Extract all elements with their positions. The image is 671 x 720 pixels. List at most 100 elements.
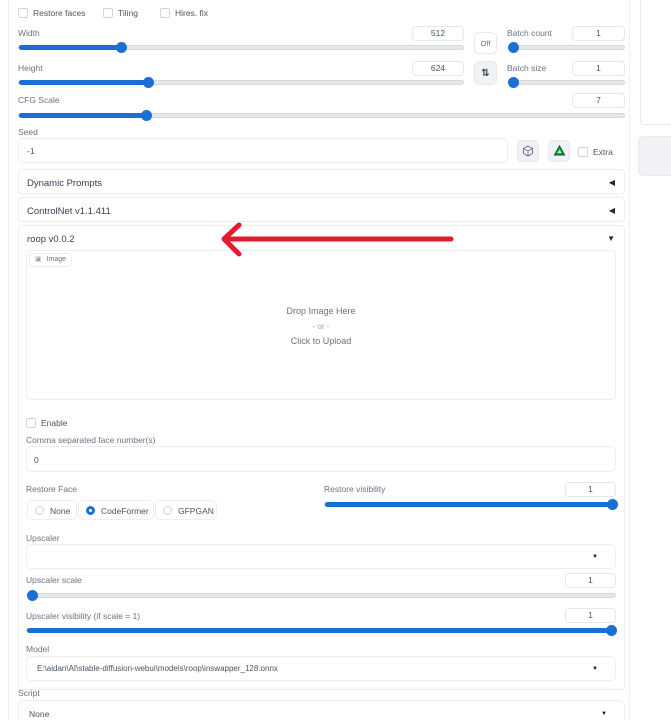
dropzone-line-1: Drop Image Here	[286, 306, 356, 316]
dropzone-line-3: Click to Upload	[290, 336, 352, 346]
upscaler-visibility-slider-fill	[27, 628, 611, 633]
radio-circle	[163, 506, 172, 515]
script-label: Script	[18, 688, 40, 698]
radio-label: CodeFormer	[101, 506, 149, 516]
tiling-checkbox[interactable]	[103, 8, 113, 18]
hires-off-button[interactable]: Off	[474, 32, 497, 54]
red-arrow-icon	[221, 222, 454, 257]
batch-size-input[interactable]: 1	[572, 61, 625, 76]
restore-face-option-none[interactable]: None	[27, 500, 77, 520]
expand-triangle-icon: ▼	[607, 234, 615, 243]
accordion-title: roop v0.0.2	[27, 234, 75, 245]
width-slider[interactable]	[18, 42, 464, 53]
upscaler-dropdown[interactable]: ▼	[26, 544, 616, 569]
cfg-scale-slider[interactable]	[18, 110, 625, 121]
model-label: Model	[26, 644, 50, 654]
restore-visibility-slider-fill	[325, 502, 612, 507]
dropdown-arrow-icon: ▼	[592, 666, 598, 672]
hires-fix-label: Hires. fix	[175, 8, 209, 18]
main-panel-right-border	[629, 0, 630, 720]
upscaler-scale-slider-thumb[interactable]	[27, 590, 38, 601]
radio-label: None	[50, 506, 71, 516]
radio-circle	[35, 506, 44, 515]
reuse-seed-button[interactable]	[548, 140, 570, 162]
dropzone-text: Drop Image Here - or - Click to Upload	[27, 304, 615, 349]
swap-vertical-arrows-icon: ⇅	[481, 67, 490, 79]
restore-face-option-gfpgan[interactable]: GFPGAN	[155, 500, 217, 520]
dropdown-arrow-icon: ▼	[592, 554, 598, 560]
height-slider-fill	[19, 80, 148, 85]
extra-seed-checkbox[interactable]	[578, 147, 588, 157]
image-tab-text: Image	[46, 256, 67, 263]
output-gallery-panel	[640, 0, 671, 125]
output-action-button[interactable]	[638, 136, 671, 176]
batch-size-label: Batch size	[507, 63, 547, 73]
dropdown-arrow-icon: ▼	[601, 711, 607, 717]
left-panel-border	[8, 0, 9, 720]
script-value: None	[29, 709, 50, 719]
seed-label: Seed	[18, 127, 38, 137]
roop-enable-checkbox[interactable]	[26, 418, 36, 428]
script-dropdown[interactable]: None ▼	[18, 700, 625, 720]
width-slider-fill	[19, 45, 121, 50]
collapse-triangle-icon: ◀	[608, 178, 615, 187]
batch-count-label: Batch count	[507, 28, 552, 38]
restore-faces-checkbox[interactable]	[18, 8, 28, 18]
random-seed-button[interactable]	[517, 140, 539, 162]
upscaler-visibility-input[interactable]: 1	[565, 608, 616, 623]
cfg-scale-slider-fill	[19, 113, 146, 118]
off-button-label: Off	[480, 38, 491, 48]
height-slider[interactable]	[18, 77, 464, 88]
restore-visibility-slider[interactable]	[324, 499, 618, 510]
dice-icon	[523, 145, 533, 157]
height-value-input[interactable]: 624	[412, 61, 464, 76]
dropzone-line-2: - or -	[312, 322, 330, 331]
face-numbers-value: 0	[34, 455, 39, 465]
restore-visibility-slider-thumb[interactable]	[607, 499, 618, 510]
recycle-icon	[553, 144, 565, 155]
cfg-scale-slider-thumb[interactable]	[141, 110, 152, 121]
model-value: E:\aidan\AI\stable-diffusion-webui\model…	[37, 664, 278, 673]
radio-circle-selected	[86, 506, 95, 515]
upscaler-visibility-slider[interactable]	[26, 625, 617, 636]
restore-face-option-codeformer[interactable]: CodeFormer	[78, 500, 154, 520]
upscaler-scale-slider[interactable]	[27, 590, 616, 601]
accordion-title: ControlNet v1.1.411	[27, 206, 111, 217]
accordion-controlnet[interactable]: ControlNet v1.1.411 ◀	[18, 197, 625, 222]
batch-size-slider-thumb[interactable]	[508, 77, 519, 88]
width-value-input[interactable]: 512	[412, 26, 464, 41]
upscaler-visibility-label: Upscaler visibility (if scale = 1)	[26, 611, 141, 621]
cfg-scale-label: CFG Scale	[18, 95, 60, 105]
roop-enable-label: Enable	[41, 418, 68, 428]
upscaler-scale-input[interactable]: 1	[565, 573, 616, 588]
tiling-label: Tiling	[118, 8, 138, 18]
face-numbers-input[interactable]: 0	[26, 446, 616, 472]
restore-visibility-input[interactable]: 1	[565, 482, 616, 497]
image-icon: ▣	[35, 256, 42, 263]
extra-seed-label: Extra	[593, 147, 613, 157]
restore-face-label: Restore Face	[26, 484, 78, 494]
batch-count-slider-thumb[interactable]	[508, 42, 519, 53]
upscaler-visibility-slider-thumb[interactable]	[606, 625, 617, 636]
height-label: Height	[18, 63, 43, 73]
upscaler-label: Upscaler	[26, 533, 60, 543]
width-slider-thumb[interactable]	[116, 42, 127, 53]
face-numbers-label: Comma separated face number(s)	[26, 435, 156, 445]
batch-size-slider[interactable]	[508, 77, 625, 88]
cfg-scale-input[interactable]: 7	[572, 93, 625, 108]
seed-input[interactable]: -1	[18, 138, 508, 163]
batch-count-slider[interactable]	[508, 42, 625, 53]
seed-value: -1	[27, 146, 35, 156]
batch-count-input[interactable]: 1	[572, 26, 625, 41]
swap-dimensions-button[interactable]: ⇅	[474, 61, 497, 85]
collapse-triangle-icon: ◀	[608, 206, 615, 215]
accordion-dynamic-prompts[interactable]: Dynamic Prompts ◀	[18, 169, 625, 194]
width-label: Width	[18, 28, 40, 38]
image-upload-area[interactable]: ▣ Image Drop Image Here - or - Click to …	[26, 250, 616, 400]
restore-faces-label: Restore faces	[33, 8, 86, 18]
model-dropdown[interactable]: E:\aidan\AI\stable-diffusion-webui\model…	[26, 656, 616, 681]
annotation-arrow	[221, 222, 454, 257]
accordion-title: Dynamic Prompts	[27, 178, 102, 189]
height-slider-thumb[interactable]	[143, 77, 154, 88]
hires-fix-checkbox[interactable]	[160, 8, 170, 18]
